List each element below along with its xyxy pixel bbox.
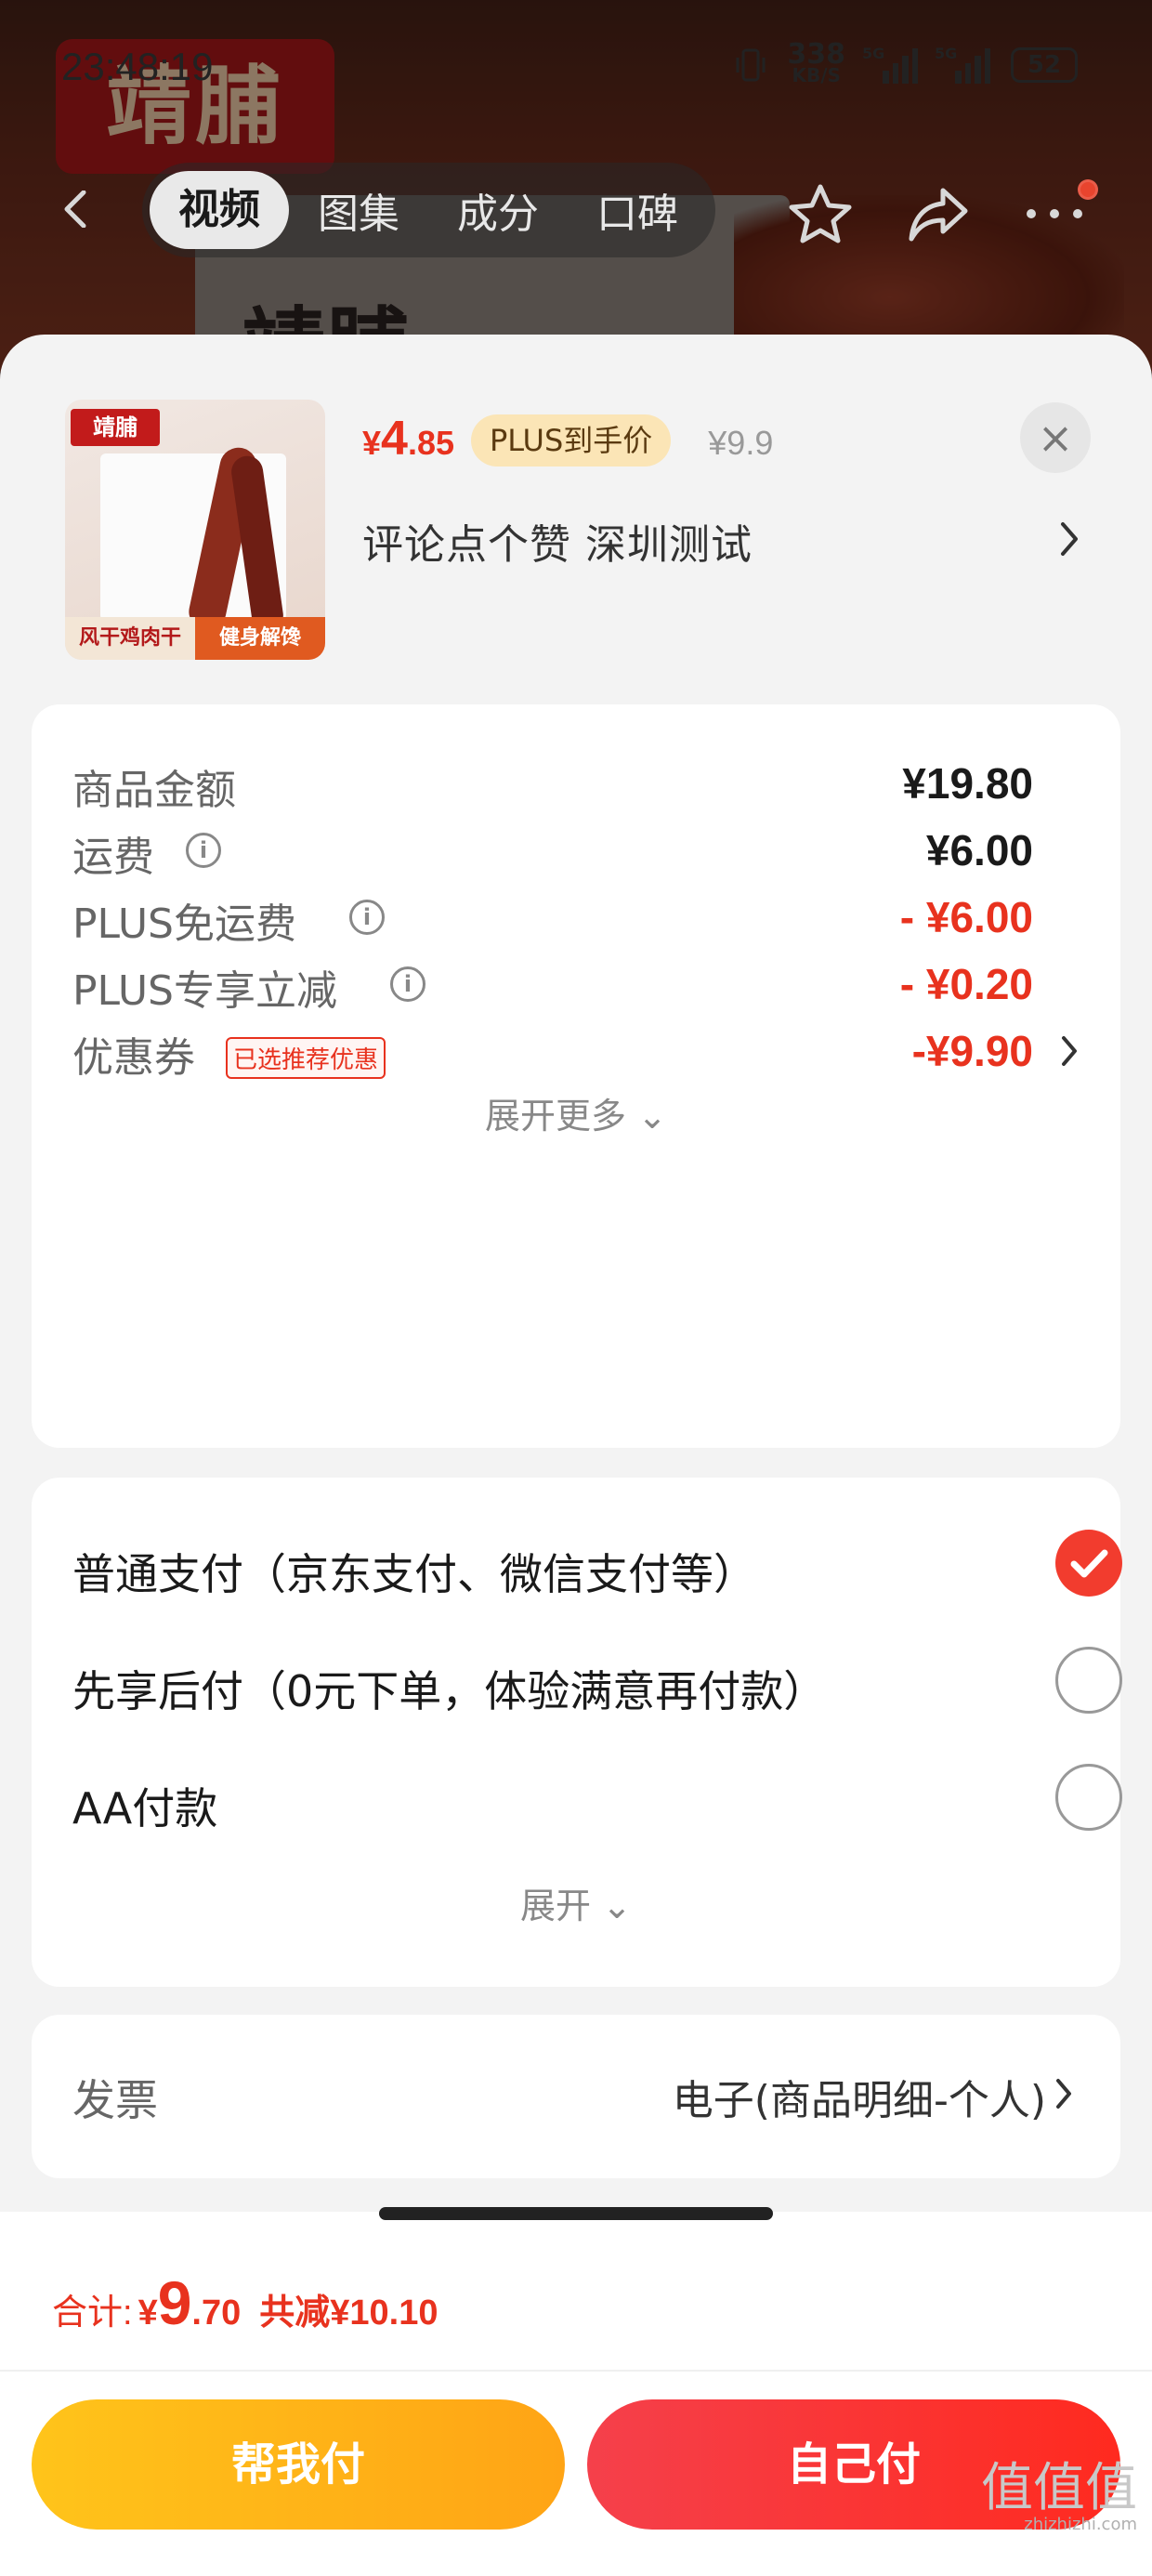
coupon-recommended-tag: 已选推荐优惠 <box>226 1037 386 1079</box>
close-button[interactable]: × <box>1020 402 1091 473</box>
goods-amount-value: ¥19.80 <box>902 759 1033 808</box>
network-speed: 338 KB/S <box>787 38 845 86</box>
checkout-sheet: 靖脯 风干鸡肉干 健身解馋 ¥4.85 PLUS到手价 ¥9.9 × 评论点个赞… <box>0 335 1152 2576</box>
radio-selected[interactable] <box>1055 1530 1122 1597</box>
divider <box>0 2370 1152 2372</box>
signal-strength-icon-2: 5G <box>935 45 990 84</box>
plus-free-shipping-value: - ¥6.00 <box>899 893 1033 941</box>
total-line: 合计: ¥ 9 .70 共减¥10.10 <box>52 2268 439 2337</box>
pay-option-aa[interactable]: AA付款 <box>72 1764 1122 1838</box>
thumb-band-right: 健身解馋 <box>195 617 325 660</box>
check-icon <box>1070 1549 1108 1578</box>
original-price: ¥9.9 <box>708 424 774 462</box>
tab-bar: 视频 图集 成分 口碑 <box>142 163 715 257</box>
watermark-logo: 值值值 zhizhizhi.com <box>981 2458 1137 2535</box>
invoice-value: 电子(商品明细-个人) <box>672 2077 1046 2124</box>
notification-dot <box>1078 179 1098 200</box>
home-indicator[interactable] <box>379 2207 773 2220</box>
shipping-value: ¥6.00 <box>925 826 1033 874</box>
thumb-band: 风干鸡肉干 健身解馋 <box>65 617 325 660</box>
coupon-value: -¥9.90 <box>911 1027 1033 1075</box>
radio-unselected[interactable] <box>1055 1764 1122 1831</box>
tab-gallery[interactable]: 图集 <box>289 180 428 240</box>
row-shipping: 运费 i ¥6.00 <box>72 826 1033 881</box>
payment-method-card: 普通支付（京东支付、微信支付等） 先享后付（0元下单，体验满意再付款） AA付款… <box>32 1478 1122 1987</box>
star-icon[interactable] <box>788 183 853 244</box>
more-dots-icon[interactable] <box>1022 200 1087 228</box>
info-icon[interactable]: i <box>390 966 425 1002</box>
help-pay-button[interactable]: 帮我付 <box>32 2399 565 2530</box>
expand-payment-button[interactable]: 展开 ⌄ <box>32 1877 1120 1928</box>
price-line: ¥4.85 PLUS到手价 ¥9.9 <box>362 411 773 470</box>
share-icon[interactable] <box>906 183 971 244</box>
row-plus-free-shipping: PLUS免运费 i - ¥6.00 <box>72 893 1033 948</box>
final-price: ¥4.85 <box>362 412 454 466</box>
status-bar: 23:48:19 338 KB/S 5G 5G 52 <box>0 37 1152 102</box>
thumb-logo: 靖脯 <box>71 409 160 446</box>
pay-option-buy-now-pay-later[interactable]: 先享后付（0元下单，体验满意再付款） <box>72 1647 1122 1721</box>
amount-breakdown-card: 商品金额 ¥19.80 运费 i ¥6.00 PLUS免运费 i - ¥6.00… <box>32 704 1120 1448</box>
total-savings: 共减¥10.10 <box>259 2293 439 2333</box>
product-summary: 靖脯 风干鸡肉干 健身解馋 ¥4.85 PLUS到手价 ¥9.9 × 评论点个赞… <box>0 335 1152 688</box>
invoice-label: 发票 <box>72 2075 158 2125</box>
product-top-nav: 视频 图集 成分 口碑 <box>0 163 1152 260</box>
pay-option-normal[interactable]: 普通支付（京东支付、微信支付等） <box>72 1530 1122 1604</box>
tab-video[interactable]: 视频 <box>150 171 289 249</box>
thumb-band-left: 风干鸡肉干 <box>78 626 181 650</box>
tab-reviews[interactable]: 口碑 <box>568 180 707 240</box>
row-plus-discount: PLUS专享立减 i - ¥0.20 <box>72 960 1033 1015</box>
close-icon: × <box>1037 413 1074 463</box>
invoice-card[interactable]: 发票 电子(商品明细-个人) <box>32 2015 1120 2178</box>
product-page-background: 靖脯 靖脯 23:48:19 338 KB/S 5G 5G 52 <box>0 0 1152 372</box>
vibrate-icon <box>736 48 766 82</box>
plus-discount-value: - ¥0.20 <box>899 960 1033 1008</box>
tab-ingredients[interactable]: 成分 <box>428 180 568 240</box>
status-time: 23:48:19 <box>61 45 214 88</box>
expand-more-button[interactable]: 展开更多 ⌄ <box>32 1087 1120 1138</box>
chevron-right-icon[interactable] <box>1057 519 1081 559</box>
radio-unselected[interactable] <box>1055 1647 1122 1714</box>
total-label: 合计: <box>52 2293 133 2333</box>
spec-selector[interactable]: 评论点个赞 深圳测试 <box>362 511 1106 571</box>
row-coupon[interactable]: 优惠券 已选推荐优惠 -¥9.90 <box>72 1017 1080 1082</box>
info-icon[interactable]: i <box>186 833 221 868</box>
chevron-right-icon[interactable] <box>1059 1033 1080 1069</box>
info-icon[interactable]: i <box>349 900 385 935</box>
battery-icon: 52 <box>1011 47 1078 83</box>
row-goods-amount: 商品金额 ¥19.80 <box>72 759 1033 814</box>
product-thumbnail[interactable]: 靖脯 风干鸡肉干 健身解馋 <box>65 400 325 660</box>
back-arrow-icon[interactable] <box>58 191 95 228</box>
total-amount: 9 <box>157 2268 192 2337</box>
chevron-right-icon[interactable] <box>1054 2076 1074 2111</box>
signal-strength-icon: 5G <box>862 45 918 84</box>
status-icons: 338 KB/S 5G 5G 52 <box>735 38 1078 86</box>
spec-text: 评论点个赞 深圳测试 <box>362 521 753 569</box>
plus-price-badge: PLUS到手价 <box>471 414 672 467</box>
checkout-bottom-bar: 合计: ¥ 9 .70 共减¥10.10 帮我付 自己付 <box>0 2212 1152 2576</box>
